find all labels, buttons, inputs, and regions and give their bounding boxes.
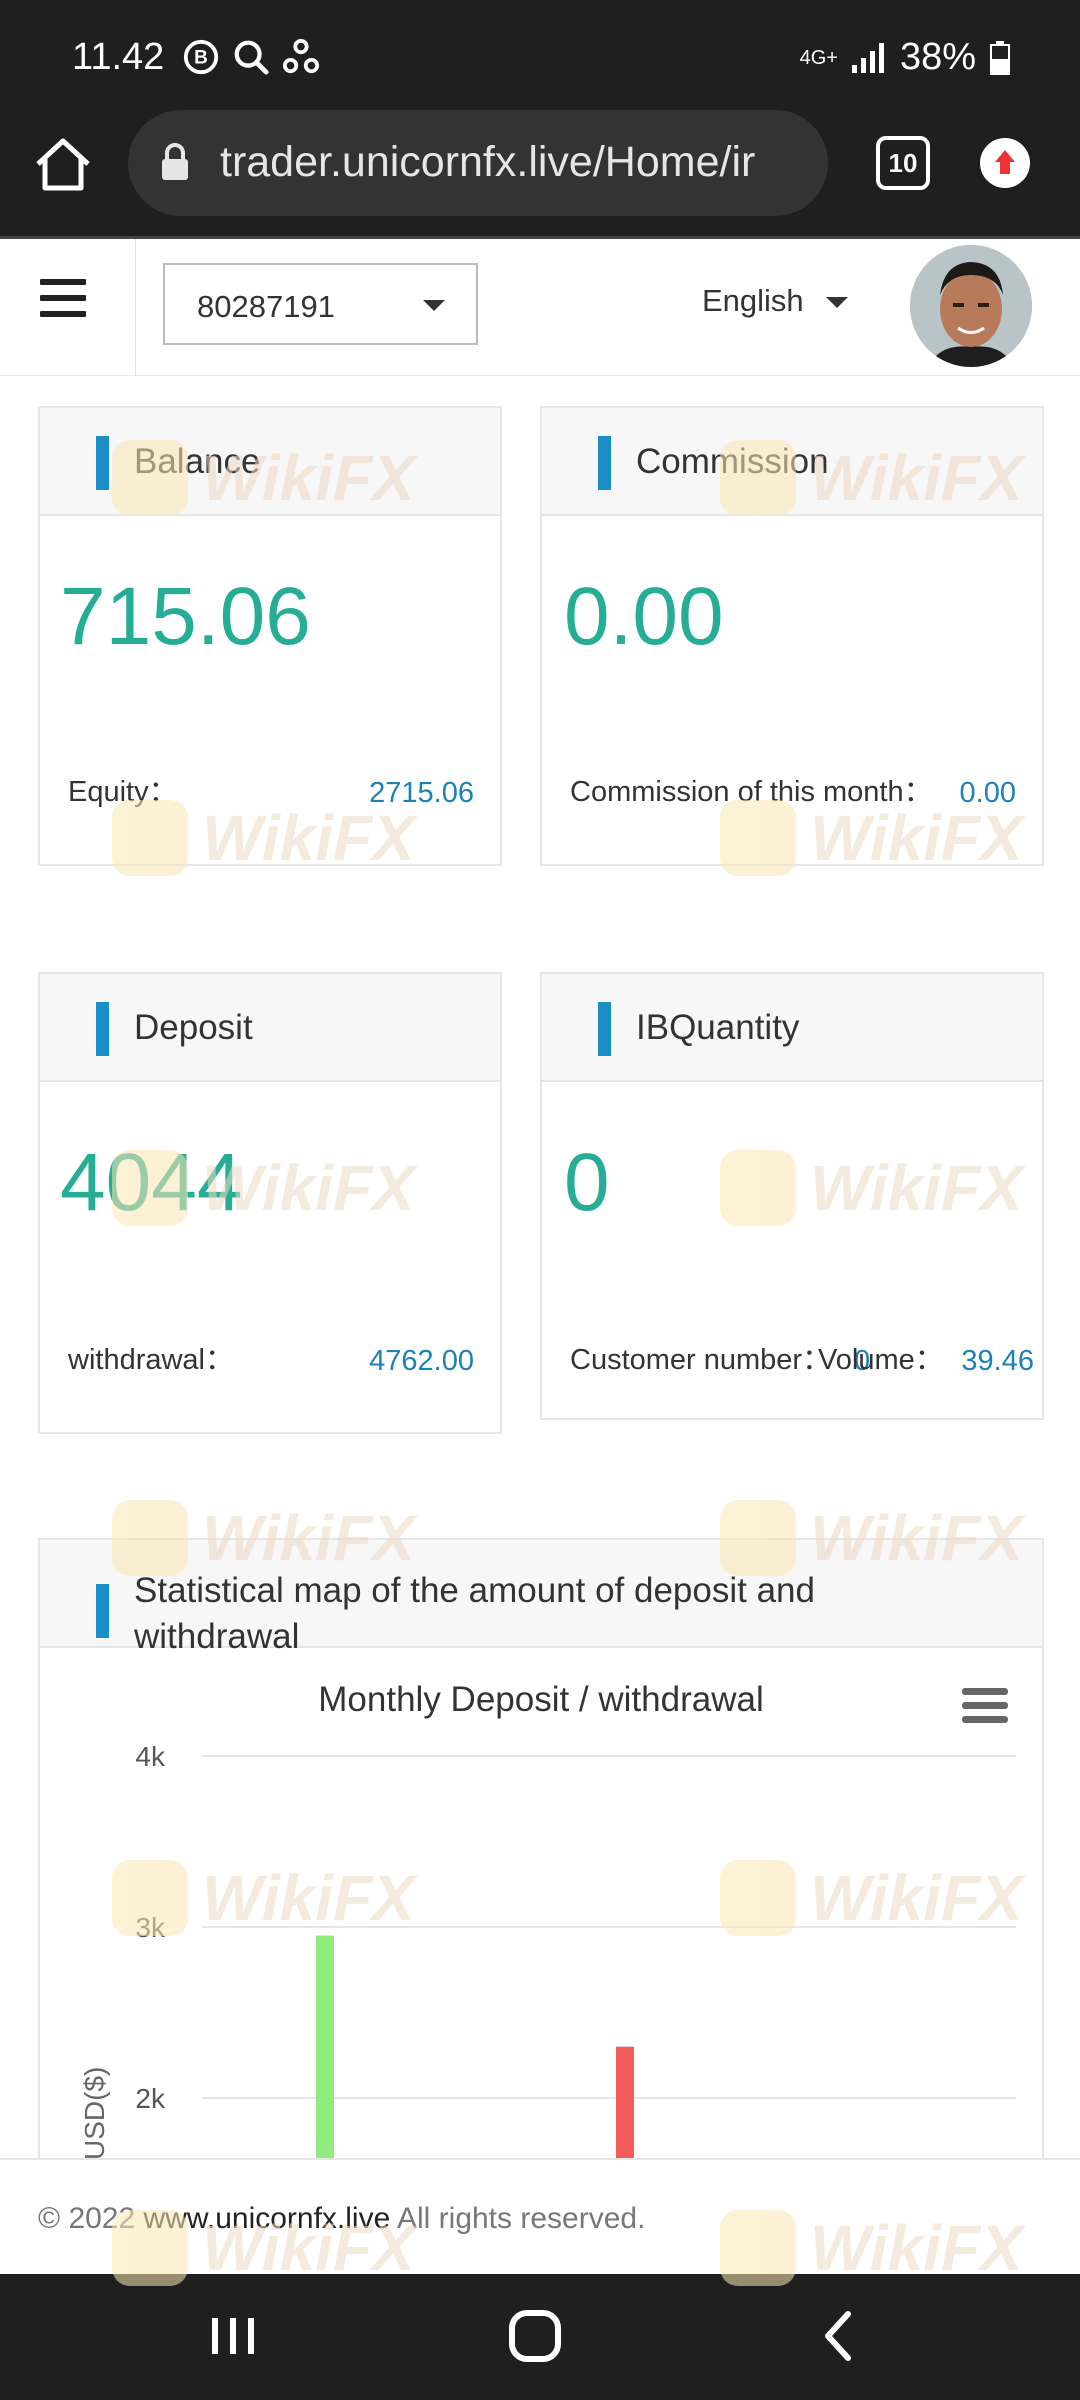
deposit-value: 4044 [60,1137,243,1228]
language-label: English [702,283,804,318]
card-title: Deposit [134,1008,253,1047]
equity-value: 2715.06 [369,777,474,809]
deposit-withdrawal-chart-card: Statistical map of the amount of deposit… [38,1538,1044,2238]
accent-bar [598,1002,611,1056]
chevron-down-icon [826,297,848,308]
network-label: 4G+ [799,46,838,69]
upload-extension-icon[interactable] [980,138,1030,188]
chart-title: Monthly Deposit / withdrawal [318,1680,764,1719]
menu-icon[interactable] [40,279,86,325]
url-text: trader.unicornfx.live/Home/ir [220,138,756,186]
deposit-card: Deposit 4044 withdrawal： 4762.00 [38,972,502,1434]
balance-value: 715.06 [60,571,311,662]
card-title: IBQuantity [636,1008,800,1047]
volume-value: 39.46 [961,1345,1034,1377]
commission-card: Commission 0.00 Commission of this month… [540,406,1044,866]
account-number: 80287191 [197,289,335,324]
y-tick-label: 3k [135,1912,166,1943]
back-icon[interactable] [804,2304,874,2368]
lock-icon [162,143,188,180]
withdrawal-label: withdrawal： [68,1344,234,1376]
chart-menu-icon[interactable] [962,1688,1008,1724]
card-header: Balance [40,408,500,516]
footer: © 2022 www.unicornfx.live All rights res… [0,2158,1080,2274]
home-nav-icon[interactable] [500,2304,570,2368]
copyright: © 2022 [38,2202,136,2235]
card-header: IBQuantity [542,974,1042,1082]
status-icons: B [182,38,320,76]
ibquantity-card: IBQuantity 0 Customer number： 0 Volume： … [540,972,1044,1420]
accent-bar [598,436,611,490]
status-time: 11.42 [72,36,165,78]
y-axis-label: USD($) [79,2067,110,2160]
home-icon[interactable] [32,134,94,196]
app-header: 80287191 English [0,236,1080,376]
svg-text:B: B [194,48,208,69]
y-tick-label: 2k [135,2083,166,2114]
status-bar: 11.42 B 4G+ 38% [0,0,1080,100]
footer-link[interactable]: www.unicornfx.live [144,2202,391,2235]
chevron-down-icon [423,300,445,311]
b-badge-icon: B [183,39,219,75]
card-header: Deposit [40,974,500,1082]
battery-percent: 38% [899,36,976,78]
card-title: Commission [636,442,829,481]
browser-bar: trader.unicornfx.live/Home/ir 10 [0,100,1080,236]
equity-label: Equity： [68,776,178,808]
card-title: Balance [134,442,261,481]
y-tick-label: 4k [135,1741,166,1772]
volume-label: Volume： [818,1344,944,1376]
customer-number-label: Customer number： [570,1344,832,1376]
accent-bar [96,436,109,490]
search-icon [234,40,269,75]
card-header: Commission [542,408,1042,516]
avatar-photo [910,245,1032,367]
account-select[interactable]: 80287191 [163,263,478,345]
recent-apps-icon[interactable] [198,2304,268,2368]
sync-icon [282,38,320,74]
header-divider [135,239,136,376]
balance-card: Balance 715.06 Equity： 2715.06 [38,406,502,866]
accent-bar [96,1002,109,1056]
language-select[interactable]: English [702,283,848,319]
rights-text: All rights reserved. [396,2202,646,2235]
monthly-commission-value: 0.00 [959,777,1016,809]
footer-text: © 2022 www.unicornfx.live All rights res… [38,2202,645,2236]
signal-icon [851,42,884,73]
chart: 4k 3k 2k USD($) [79,1741,1016,2236]
battery-icon [990,40,1010,75]
tab-switcher-button[interactable]: 10 [876,136,930,190]
withdrawal-value: 4762.00 [369,1345,474,1377]
monthly-commission-label: Commission of this month： [570,776,933,808]
address-bar[interactable]: trader.unicornfx.live/Home/ir [128,110,828,216]
ibquantity-value: 0 [564,1137,610,1228]
commission-value: 0.00 [564,571,724,662]
avatar[interactable] [910,245,1032,367]
system-nav-bar [0,2274,1080,2400]
status-right: 4G+ 38% [800,36,1010,79]
